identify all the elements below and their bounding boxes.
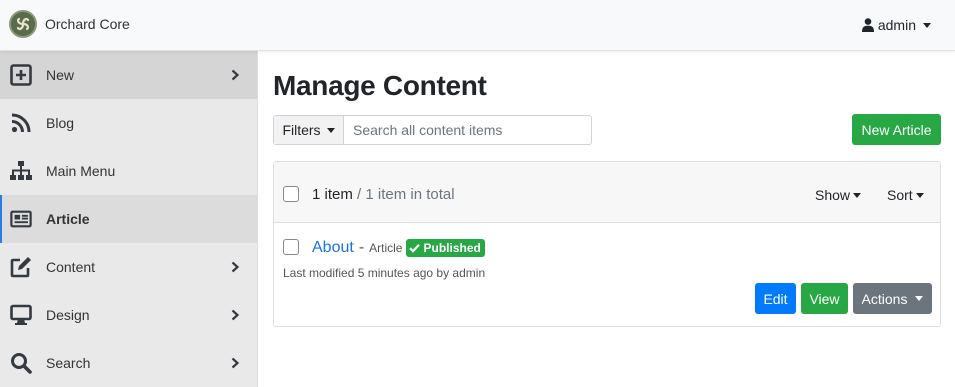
item-content-type: Article — [369, 241, 403, 255]
edit-icon — [9, 255, 33, 279]
select-all-checkbox[interactable] — [283, 186, 299, 202]
newspaper-icon — [9, 207, 33, 231]
rss-icon — [9, 111, 33, 135]
check-icon — [409, 244, 421, 253]
chevron-down-icon — [915, 192, 924, 198]
chevron-right-icon — [231, 309, 240, 321]
plus-square-icon — [9, 63, 33, 87]
user-menu[interactable]: admin — [861, 17, 931, 33]
item-count: 1 item / 1 item in total — [312, 186, 455, 203]
orchard-logo-icon — [9, 10, 37, 38]
new-article-button[interactable]: New Article — [852, 114, 941, 145]
chevron-right-icon — [231, 357, 240, 369]
actions-label: Actions — [861, 290, 908, 307]
sidebar-item-label: Blog — [46, 115, 75, 131]
chevron-down-icon — [326, 127, 335, 133]
item-count-label: 1 item — [312, 186, 353, 203]
sidebar-item-label: Design — [46, 307, 90, 323]
sidebar-item-label: Search — [46, 355, 91, 371]
search-input[interactable]: Search all content items — [344, 116, 591, 144]
top-navbar: Orchard Core admin — [0, 0, 955, 51]
sitemap-icon — [9, 159, 33, 183]
brand-name: Orchard Core — [45, 16, 130, 32]
desktop-icon — [9, 303, 33, 327]
item-modified-info: Last modified 5 minutes ago by admin — [283, 266, 486, 280]
sidebar-item-label: Content — [46, 259, 96, 275]
filters-label: Filters — [282, 122, 321, 138]
sort-label: Sort — [887, 187, 913, 203]
sidebar-item-label: Article — [46, 211, 90, 227]
actions-dropdown-button[interactable]: Actions — [853, 283, 932, 314]
sidebar-item-content[interactable]: Content — [0, 243, 257, 291]
sidebar: New Blog Main Menu Article Content Desig… — [0, 51, 258, 387]
chevron-right-icon — [231, 261, 240, 273]
user-icon — [861, 18, 874, 32]
sidebar-item-new[interactable]: New — [0, 51, 257, 99]
view-button[interactable]: View — [801, 283, 848, 314]
chevron-down-icon — [853, 192, 862, 198]
item-checkbox[interactable] — [283, 239, 299, 255]
item-separator: - — [358, 239, 365, 256]
search-placeholder: Search all content items — [353, 122, 503, 138]
content-list-panel: 1 item / 1 item in total Show Sort About… — [273, 161, 941, 327]
sidebar-item-label: Main Menu — [46, 163, 116, 179]
page-title: Manage Content — [273, 70, 487, 101]
item-title-link[interactable]: About — [312, 239, 354, 257]
item-total-label: / 1 item in total — [357, 186, 455, 203]
sidebar-item-article[interactable]: Article — [0, 195, 257, 243]
user-name: admin — [877, 17, 916, 33]
filter-search-group: Filters Search all content items — [273, 115, 592, 145]
edit-button[interactable]: Edit — [755, 283, 796, 314]
sidebar-item-label: New — [46, 67, 75, 83]
sort-dropdown[interactable]: Sort — [887, 187, 924, 203]
search-icon — [9, 351, 33, 375]
chevron-down-icon — [923, 22, 931, 28]
sidebar-item-main-menu[interactable]: Main Menu — [0, 147, 257, 195]
brand[interactable]: Orchard Core — [9, 10, 130, 38]
status-label: Published — [423, 241, 481, 255]
show-label: Show — [815, 187, 851, 203]
sidebar-item-search[interactable]: Search — [0, 339, 257, 387]
filters-dropdown-button[interactable]: Filters — [274, 116, 344, 144]
chevron-right-icon — [231, 69, 240, 81]
list-item-title-row: About - Article Published — [312, 239, 485, 257]
sidebar-item-blog[interactable]: Blog — [0, 99, 257, 147]
chevron-down-icon — [915, 296, 924, 301]
show-dropdown[interactable]: Show — [815, 187, 862, 203]
sidebar-item-design[interactable]: Design — [0, 291, 257, 339]
content-list-header: 1 item / 1 item in total Show Sort — [274, 162, 940, 223]
status-badge: Published — [406, 239, 485, 257]
